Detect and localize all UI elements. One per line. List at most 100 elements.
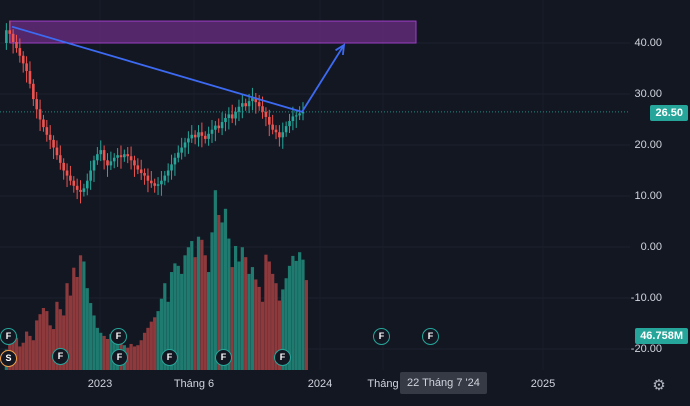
dividend-event-marker[interactable]: F <box>161 349 178 366</box>
volume-bar <box>105 339 110 370</box>
candle-body <box>176 152 180 158</box>
candle-body <box>126 154 130 157</box>
volume-bar <box>18 346 22 370</box>
volume-bar <box>38 314 42 370</box>
time-label-2023: 2023 <box>87 378 113 390</box>
candle-body <box>187 138 190 143</box>
candle-body <box>123 154 126 158</box>
candle-body <box>274 129 278 133</box>
candle-body <box>224 117 227 123</box>
volume-bar <box>35 320 39 370</box>
gear-icon[interactable]: ⚙ <box>651 378 667 394</box>
candle-body <box>210 129 214 134</box>
candle-body <box>183 142 187 148</box>
candle-body <box>28 71 32 84</box>
candle-body <box>85 180 89 189</box>
candle-body <box>264 111 268 117</box>
candle-body <box>227 114 231 118</box>
volume-bar <box>244 257 248 370</box>
candle-body <box>291 116 295 122</box>
volume-bar <box>207 272 211 370</box>
volume-bar <box>183 255 187 370</box>
candle-body <box>267 116 271 125</box>
candle-body <box>69 175 72 181</box>
candle-body <box>45 127 49 135</box>
price-axis-tick: 30.00 <box>634 88 662 100</box>
dividend-event-marker[interactable]: F <box>274 349 291 366</box>
volume-layer <box>4 190 308 370</box>
chart-root[interactable]: 40.00 30.00 20.00 10.00 0.00 -10.00 -20.00 26.… <box>0 0 690 406</box>
candle-body <box>173 157 177 165</box>
candle-body <box>284 126 288 133</box>
volume-bar <box>186 247 190 370</box>
volume-bar <box>193 257 197 370</box>
dividend-event-marker[interactable]: F <box>373 328 390 345</box>
volume-bar <box>41 308 46 370</box>
volume-bar <box>264 254 268 370</box>
dividend-event-marker[interactable]: F <box>110 328 127 345</box>
volume-bar <box>132 346 137 370</box>
price-axis-tick: 0.00 <box>640 241 662 253</box>
dividend-event-marker[interactable]: F <box>52 348 69 365</box>
candle-body <box>237 106 241 112</box>
volume-bar <box>200 239 204 370</box>
price-axis-tick: 20.00 <box>634 139 662 151</box>
candle-body <box>301 111 305 114</box>
volume-bar <box>136 345 140 370</box>
volume-bar <box>89 303 93 370</box>
price-axis-tick: -10.00 <box>630 292 662 304</box>
candle-body <box>112 157 116 162</box>
candle-body <box>150 180 153 184</box>
split-event-marker[interactable]: S <box>0 350 17 367</box>
candle-body <box>109 161 113 166</box>
volume-bar <box>223 208 228 370</box>
volume-bar <box>250 267 255 370</box>
price-axis-tick: -20.00 <box>630 343 662 355</box>
volume-bar <box>149 321 153 370</box>
dividend-event-marker[interactable]: F <box>111 349 128 366</box>
time-label-2025: 2025 <box>530 378 556 390</box>
volume-bar <box>153 317 157 370</box>
candle-body <box>119 155 123 158</box>
volume-bar <box>237 261 241 370</box>
volume-bar <box>240 247 244 370</box>
volume-bar <box>294 260 298 370</box>
time-label-june: Tháng 6 <box>173 378 215 390</box>
candle-body <box>247 101 251 107</box>
current-price-tag: 26.50 <box>650 105 688 121</box>
candle-body <box>203 135 207 139</box>
candle-body <box>25 63 28 72</box>
candle-body <box>62 162 65 171</box>
price-axis-tick: 10.00 <box>634 190 662 202</box>
volume-bar <box>92 315 96 370</box>
target-zone-layer[interactable] <box>9 20 417 44</box>
crosshair-date-label: 22 Tháng 7 '24 <box>400 372 487 394</box>
volume-bar <box>196 236 201 370</box>
chart-canvas[interactable] <box>0 0 690 406</box>
candle-body <box>160 180 163 185</box>
candle-body <box>42 119 45 128</box>
dividend-event-marker[interactable]: F <box>215 349 232 366</box>
candle-body <box>220 122 224 129</box>
volume-bar <box>99 332 103 370</box>
candle-body <box>48 134 52 140</box>
volume-bar <box>48 325 52 370</box>
candle-body <box>156 184 160 186</box>
candle-body <box>163 175 167 181</box>
volume-bar <box>203 255 207 370</box>
candle-body <box>35 99 39 110</box>
dividend-event-marker[interactable]: F <box>0 328 17 345</box>
candle-body <box>278 132 281 138</box>
volume-bar <box>210 232 214 370</box>
volume-bar <box>21 342 25 370</box>
candle-body <box>271 124 274 130</box>
candle-body <box>99 150 103 155</box>
volume-bar <box>72 267 76 370</box>
dividend-event-marker[interactable]: F <box>422 328 439 345</box>
candle-body <box>214 125 217 130</box>
candle-body <box>72 180 76 186</box>
volume-bar <box>31 340 35 370</box>
candle-body <box>143 173 146 176</box>
volume-bar <box>180 273 184 370</box>
volume-bar <box>260 301 265 370</box>
